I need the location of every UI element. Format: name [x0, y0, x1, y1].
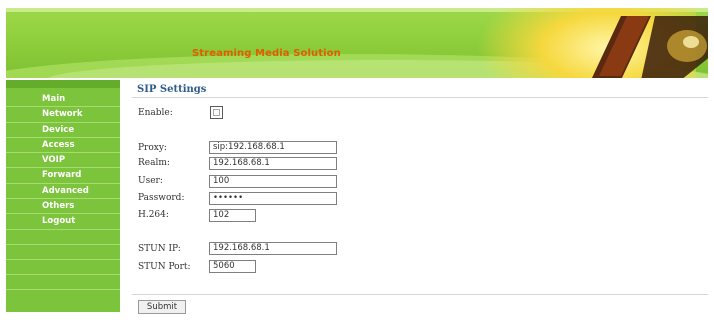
user-label: User: [138, 176, 163, 186]
sidebar-item-device[interactable]: Device [6, 123, 120, 138]
sidebar-item-main[interactable]: Main [6, 92, 120, 108]
password-label: Password: [138, 193, 185, 203]
h264-input[interactable]: 102 [209, 209, 256, 222]
sunglasses-graphic [591, 16, 708, 78]
sidebar: Main Network Device Access VOIP Forward … [6, 80, 120, 312]
user-input[interactable]: 100 [209, 175, 337, 188]
form-divider [132, 294, 708, 295]
header-banner: Streaming Media Solution [6, 8, 708, 78]
sidebar-item-others[interactable]: Others [6, 199, 120, 215]
sidebar-menu: Main Network Device Access VOIP Forward … [6, 92, 120, 290]
page-title: SIP Settings [137, 84, 207, 95]
proxy-label: Proxy: [138, 143, 167, 153]
submit-button[interactable]: Submit [138, 300, 186, 314]
sidebar-divider [6, 230, 120, 245]
stun-ip-input[interactable]: 192.168.68.1 [209, 242, 337, 255]
password-input[interactable]: •••••• [209, 192, 337, 205]
enable-checkbox[interactable] [210, 106, 223, 119]
sidebar-item-forward[interactable]: Forward [6, 168, 120, 184]
sidebar-item-network[interactable]: Network [6, 107, 120, 123]
sidebar-item-access[interactable]: Access [6, 138, 120, 154]
sidebar-item-logout[interactable]: Logout [6, 214, 120, 230]
stun-ip-label: STUN IP: [138, 244, 181, 254]
enable-label: Enable: [138, 108, 173, 118]
stun-port-label: STUN Port: [138, 262, 191, 272]
app-title: Streaming Media Solution [192, 48, 341, 59]
sidebar-divider [6, 260, 120, 275]
sidebar-item-advanced[interactable]: Advanced [6, 184, 120, 200]
title-divider [132, 97, 708, 98]
sidebar-divider [6, 275, 120, 290]
proxy-input[interactable]: sip:192.168.68.1 [209, 141, 337, 154]
realm-input[interactable]: 192.168.68.1 [209, 157, 337, 170]
sidebar-divider [6, 245, 120, 260]
h264-label: H.264: [138, 210, 169, 220]
sidebar-top-band [6, 80, 120, 88]
realm-label: Realm: [138, 158, 170, 168]
sidebar-item-voip[interactable]: VOIP [6, 153, 120, 169]
stun-port-input[interactable]: 5060 [209, 260, 256, 273]
